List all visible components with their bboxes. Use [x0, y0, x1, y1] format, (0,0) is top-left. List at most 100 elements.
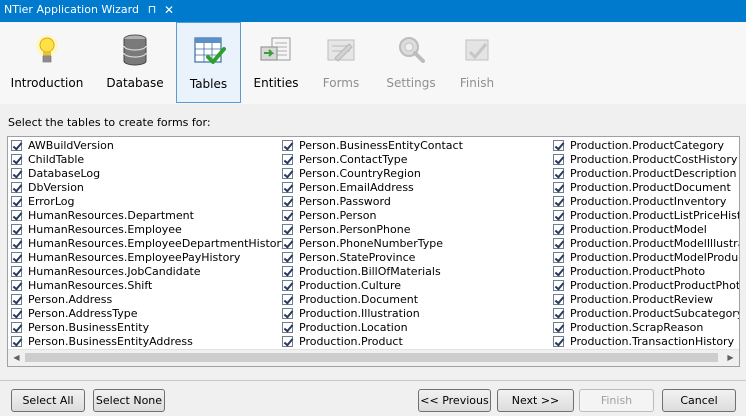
- table-name-label: Person.PersonPhone: [299, 223, 411, 236]
- previous-button[interactable]: << Previous: [418, 389, 491, 412]
- instruction-label: Select the tables to create forms for:: [8, 116, 211, 129]
- step-tables[interactable]: Tables: [176, 22, 241, 103]
- table-name-label: ErrorLog: [28, 195, 75, 208]
- checkbox-checked-icon[interactable]: [282, 140, 293, 151]
- table-name-label: Person.EmailAddress: [299, 181, 414, 194]
- table-name-label: Production.Product: [299, 335, 403, 348]
- select-none-button[interactable]: Select None: [93, 389, 165, 412]
- table-name-label: DbVersion: [28, 181, 84, 194]
- entities-icon: [260, 37, 291, 61]
- checkbox-checked-icon[interactable]: [282, 182, 293, 193]
- table-name-label: Production.Location: [299, 321, 408, 334]
- table-name-label: Production.ProductModelProductDes: [570, 251, 739, 264]
- checkbox-checked-icon[interactable]: [553, 308, 564, 319]
- scroll-left-icon[interactable]: ◀: [8, 350, 25, 366]
- select-all-button[interactable]: Select All: [11, 389, 85, 412]
- checkbox-checked-icon[interactable]: [11, 182, 22, 193]
- scroll-thumb[interactable]: [25, 353, 718, 362]
- checkbox-checked-icon[interactable]: [553, 196, 564, 207]
- table-name-label: Production.ProductDocument: [570, 181, 731, 194]
- checkbox-checked-icon[interactable]: [553, 238, 564, 249]
- step-forms[interactable]: Forms: [313, 22, 369, 102]
- checkbox-checked-icon[interactable]: [553, 252, 564, 263]
- checkbox-checked-icon[interactable]: [11, 266, 22, 277]
- checkbox-checked-icon[interactable]: [11, 210, 22, 221]
- checkbox-checked-icon[interactable]: [282, 266, 293, 277]
- checkbox-checked-icon[interactable]: [11, 252, 22, 263]
- table-name-label: Person.CountryRegion: [299, 167, 421, 180]
- step-label: Finish: [459, 76, 495, 90]
- step-label: Settings: [386, 76, 436, 90]
- table-name-label: Person.BusinessEntity: [28, 321, 150, 334]
- step-label: Entities: [253, 76, 299, 90]
- checkbox-checked-icon[interactable]: [282, 322, 293, 333]
- table-name-label: Person.Password: [299, 195, 391, 208]
- checkbox-checked-icon[interactable]: [11, 336, 22, 347]
- step-label: Introduction: [10, 76, 84, 90]
- checkbox-checked-icon[interactable]: [282, 224, 293, 235]
- checkbox-checked-icon[interactable]: [11, 154, 22, 165]
- checkbox-checked-icon[interactable]: [553, 294, 564, 305]
- step-introduction[interactable]: Introduction: [6, 22, 88, 102]
- table-name-label: AWBuildVersion: [28, 139, 114, 152]
- wizard-steps-toolbar: Introduction Database Tables Entities Fo…: [0, 22, 746, 104]
- checkbox-checked-icon[interactable]: [553, 140, 564, 151]
- checkbox-checked-icon[interactable]: [11, 140, 22, 151]
- checkbox-checked-icon[interactable]: [282, 308, 293, 319]
- checkbox-checked-icon[interactable]: [11, 168, 22, 179]
- checkbox-checked-icon[interactable]: [553, 182, 564, 193]
- checkbox-checked-icon[interactable]: [11, 224, 22, 235]
- checkbox-checked-icon[interactable]: [282, 168, 293, 179]
- step-entities[interactable]: Entities: [247, 22, 305, 102]
- table-name-label: Production.Illustration: [299, 307, 420, 320]
- checkbox-checked-icon[interactable]: [11, 308, 22, 319]
- table-name-label: Production.ProductModel: [570, 223, 707, 236]
- checkbox-checked-icon[interactable]: [282, 238, 293, 249]
- step-database[interactable]: Database: [98, 22, 172, 102]
- checkbox-checked-icon[interactable]: [282, 196, 293, 207]
- checkbox-checked-icon[interactable]: [282, 154, 293, 165]
- step-finish[interactable]: Finish: [452, 22, 502, 102]
- checkbox-checked-icon[interactable]: [553, 266, 564, 277]
- database-icon: [123, 34, 147, 66]
- scroll-right-icon[interactable]: ▶: [722, 350, 739, 366]
- horizontal-scrollbar[interactable]: ◀ ▶: [8, 349, 739, 366]
- checkbox-checked-icon[interactable]: [553, 168, 564, 179]
- table-name-label: Person.BusinessEntityContact: [299, 139, 463, 152]
- checkbox-checked-icon[interactable]: [282, 210, 293, 221]
- checkbox-checked-icon[interactable]: [553, 154, 564, 165]
- table-name-label: Production.TransactionHistory: [570, 335, 735, 348]
- table-name-label: Production.ProductInventory: [570, 195, 727, 208]
- table-name-label: Production.ScrapReason: [570, 321, 704, 334]
- footer-divider: [0, 380, 746, 381]
- checkbox-checked-icon[interactable]: [553, 210, 564, 221]
- cancel-button[interactable]: Cancel: [662, 389, 736, 412]
- table-name-label: HumanResources.Shift: [28, 279, 153, 292]
- step-label: Tables: [189, 77, 228, 91]
- table-name-label: Person.ContactType: [299, 153, 408, 166]
- table-name-label: Production.ProductPhoto: [570, 265, 706, 278]
- checkbox-checked-icon[interactable]: [11, 322, 22, 333]
- checkbox-checked-icon[interactable]: [282, 294, 293, 305]
- checkbox-checked-icon[interactable]: [553, 280, 564, 291]
- checkbox-checked-icon[interactable]: [11, 280, 22, 291]
- table-name-label: Production.ProductReview: [570, 293, 714, 306]
- table-name-label: HumanResources.EmployeeDepartmentHistory: [28, 237, 288, 250]
- pin-icon[interactable]: ⊓: [145, 0, 159, 20]
- checkbox-checked-icon[interactable]: [11, 196, 22, 207]
- next-button[interactable]: Next >>: [497, 389, 574, 412]
- close-icon[interactable]: ✕: [163, 0, 175, 20]
- checkbox-checked-icon[interactable]: [553, 336, 564, 347]
- table-name-label: Production.ProductModelIllustration: [570, 237, 739, 250]
- document-tab[interactable]: NTier Application Wizard ⊓ ✕: [0, 0, 178, 20]
- checkbox-checked-icon[interactable]: [282, 336, 293, 347]
- lightbulb-icon: [36, 35, 58, 63]
- checkbox-checked-icon[interactable]: [282, 252, 293, 263]
- checkbox-checked-icon[interactable]: [553, 322, 564, 333]
- checkbox-checked-icon[interactable]: [553, 224, 564, 235]
- table-name-label: DatabaseLog: [28, 167, 101, 180]
- checkbox-checked-icon[interactable]: [11, 294, 22, 305]
- step-settings[interactable]: Settings: [380, 22, 442, 102]
- checkbox-checked-icon[interactable]: [282, 280, 293, 291]
- checkbox-checked-icon[interactable]: [11, 238, 22, 249]
